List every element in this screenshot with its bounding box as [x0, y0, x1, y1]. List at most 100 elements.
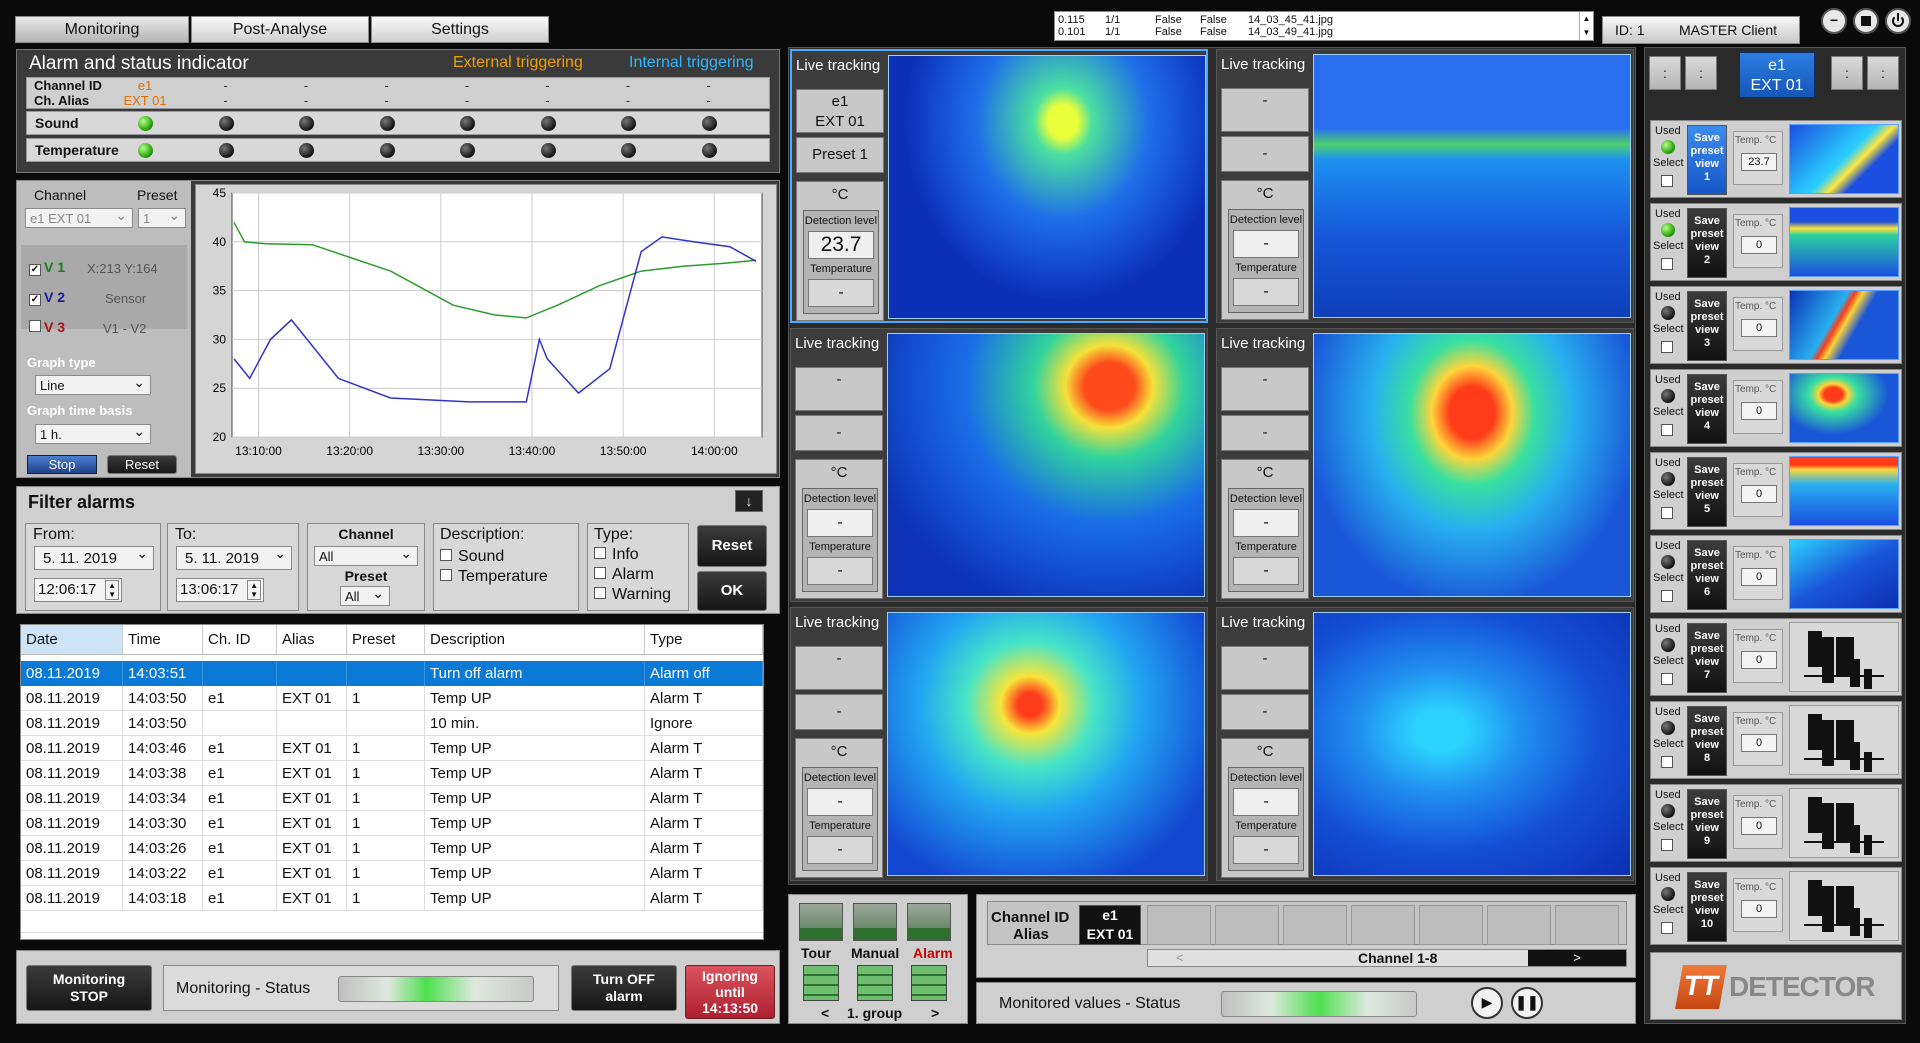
v3-toggle[interactable]: V 3 [29, 319, 65, 335]
detection-level-value[interactable]: 23.7 [808, 231, 874, 259]
scroll-left-arrow[interactable]: < [1176, 950, 1184, 965]
detection-level-value[interactable]: - [1233, 230, 1299, 258]
preset-select[interactable]: 1 [138, 207, 186, 228]
stop-button[interactable]: Stop [27, 455, 97, 474]
channel-slot-empty[interactable] [1147, 905, 1211, 945]
live-cell-1[interactable]: Live tracking e1 EXT 01 Preset 1 °C Detection… [790, 49, 1208, 323]
preset-nav-3[interactable]: : [1831, 56, 1863, 90]
thermal-image[interactable] [1313, 333, 1631, 597]
table-row[interactable]: 08.11.2019 14:03:50 e1 EXT 01 1 Temp UP Alarm … [21, 686, 763, 711]
select-checkbox[interactable] [1661, 756, 1673, 768]
live-cell-6[interactable]: Live tracking - - °C Detection level - Tempera… [1216, 607, 1634, 881]
maximize-button[interactable] [1853, 8, 1879, 34]
checkbox-icon[interactable] [594, 547, 606, 559]
reset-graph-button[interactable]: Reset [107, 455, 177, 474]
channel-slot-empty[interactable] [1215, 905, 1279, 945]
column-header-date[interactable]: Date [21, 625, 123, 654]
preset-thumbnail[interactable] [1789, 124, 1899, 194]
preset-temp-value[interactable]: 23.7 [1741, 153, 1777, 171]
ignoring-until-button[interactable]: Ignoring until 14:13:50 [685, 965, 775, 1019]
checkbox-icon[interactable]: ✓ [29, 264, 41, 276]
channel-slot-empty[interactable] [1351, 905, 1415, 945]
select-checkbox[interactable] [1661, 922, 1673, 934]
select-checkbox[interactable] [1661, 424, 1673, 436]
preset-temp-value[interactable]: 0 [1741, 900, 1777, 918]
v1-toggle[interactable]: ✓ V 1 [29, 259, 65, 276]
preset-thumbnail[interactable] [1789, 290, 1899, 360]
column-header-preset[interactable]: Preset [347, 625, 425, 654]
alarm-checkbox[interactable]: Alarm [594, 566, 654, 584]
preset-nav-2[interactable]: : [1685, 56, 1717, 90]
preset-thumbnail[interactable] [1789, 207, 1899, 277]
thermal-image[interactable] [888, 55, 1206, 319]
manual-mode-icon[interactable] [853, 903, 897, 941]
save-preset-button-5[interactable]: Save preset view 5 [1687, 457, 1727, 527]
checkbox-icon[interactable] [440, 549, 452, 561]
warning-checkbox[interactable]: Warning [594, 586, 671, 604]
checkbox-icon[interactable] [594, 587, 606, 599]
to-date-picker[interactable]: 5. 11. 2019 [176, 545, 292, 570]
select-checkbox[interactable] [1661, 673, 1673, 685]
preset-temp-value[interactable]: 0 [1741, 236, 1777, 254]
channel-slot-empty[interactable] [1283, 905, 1347, 945]
preset-thumbnail[interactable] [1789, 539, 1899, 609]
tab-post-analyse[interactable]: Post-Analyse [191, 16, 369, 43]
collapse-arrow-icon[interactable]: ↓ [735, 490, 763, 512]
group-layout-icon[interactable] [803, 965, 839, 1001]
group-next-button[interactable]: > [931, 1005, 939, 1021]
tab-settings[interactable]: Settings [371, 16, 549, 43]
to-time-input[interactable]: 13:06:17 ▲ ▼ [176, 578, 264, 602]
minimize-button[interactable]: − [1821, 8, 1847, 34]
temperature-checkbox[interactable]: Temperature [440, 568, 548, 586]
time-basis-select[interactable]: 1 h. [35, 423, 151, 444]
group-layout-icon[interactable] [911, 965, 947, 1001]
detection-level-value[interactable]: - [807, 509, 873, 537]
temperature-chart[interactable]: 45 40 35 30 25 20 13:10:00 13:20:00 13:30:00 13:4… [196, 185, 776, 473]
alarm-table[interactable]: Date Time Ch. ID Alias Preset Description Type… [20, 624, 764, 940]
preset-thumbnail[interactable] [1789, 373, 1899, 443]
save-preset-button-4[interactable]: Save preset view 4 [1687, 374, 1727, 444]
select-checkbox[interactable] [1661, 507, 1673, 519]
turn-off-alarm-button[interactable]: Turn OFF alarm [571, 965, 677, 1011]
from-date-picker[interactable]: 5. 11. 2019 [34, 545, 154, 570]
live-cell-5[interactable]: Live tracking - - °C Detection level - Tempera… [790, 607, 1208, 881]
filter-reset-button[interactable]: Reset [697, 525, 767, 567]
live-cell-3[interactable]: Live tracking - - °C Detection level - Tempera… [790, 328, 1208, 602]
preset-temp-value[interactable]: 0 [1741, 485, 1777, 503]
preset-temp-value[interactable]: 0 [1741, 817, 1777, 835]
table-row[interactable]: 08.11.2019 14:03:38 e1 EXT 01 1 Temp UP Alarm … [21, 761, 763, 786]
info-checkbox[interactable]: Info [594, 546, 639, 564]
save-preset-button-3[interactable]: Save preset view 3 [1687, 291, 1727, 361]
thermal-image[interactable] [887, 333, 1205, 597]
tab-monitoring[interactable]: Monitoring [15, 16, 189, 43]
play-icon[interactable]: ▶ [1471, 987, 1503, 1019]
channel-filter-select[interactable]: All [314, 545, 418, 566]
power-button[interactable] [1885, 8, 1911, 34]
save-preset-button-2[interactable]: Save preset view 2 [1687, 208, 1727, 278]
preset-filter-select[interactable]: All [340, 585, 390, 606]
log-scrollbar[interactable]: ▲ ▼ [1579, 12, 1593, 40]
scroll-right-arrow[interactable]: > [1528, 950, 1626, 966]
save-preset-button-1[interactable]: Save preset view 1 [1687, 125, 1727, 195]
table-row[interactable]: 08.11.2019 14:03:46 e1 EXT 01 1 Temp UP Alarm … [21, 736, 763, 761]
channel-slot-empty[interactable] [1555, 905, 1619, 945]
column-header-type[interactable]: Type [645, 625, 763, 654]
preset-temp-value[interactable]: 0 [1741, 651, 1777, 669]
histogram-icon[interactable] [1789, 871, 1899, 941]
sound-checkbox[interactable]: Sound [440, 548, 504, 566]
table-row[interactable]: 08.11.2019 14:03:18 e1 EXT 01 1 Temp UP Alarm … [21, 886, 763, 911]
select-checkbox[interactable] [1661, 839, 1673, 851]
column-header-description[interactable]: Description [425, 625, 645, 654]
column-header-time[interactable]: Time [123, 625, 203, 654]
thermal-image[interactable] [1313, 54, 1631, 318]
from-time-input[interactable]: 12:06:17 ▲ ▼ [34, 578, 122, 602]
stepper-icon[interactable]: ▲ ▼ [247, 580, 261, 600]
channel-slot-empty[interactable] [1487, 905, 1551, 945]
preset-temp-value[interactable]: 0 [1741, 402, 1777, 420]
column-header-chid[interactable]: Ch. ID [203, 625, 277, 654]
save-preset-button-7[interactable]: Save preset view 7 [1687, 623, 1727, 693]
save-preset-button-10[interactable]: Save preset view 10 [1687, 872, 1727, 942]
channel-slot-empty[interactable] [1419, 905, 1483, 945]
detection-level-value[interactable]: - [1233, 788, 1299, 816]
preset-temp-value[interactable]: 0 [1741, 319, 1777, 337]
